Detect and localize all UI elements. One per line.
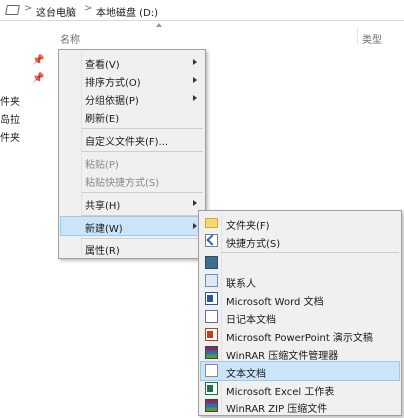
menu-item-properties[interactable]: 属性(R) [61,239,203,257]
menu-separator [81,215,203,216]
submenu-arrow-icon [193,200,197,206]
winrar-zip-icon [205,399,218,412]
new-winrar-zip-item[interactable]: WinRAR ZIP 压缩文件 [201,397,399,415]
folder-icon [205,218,218,228]
breadcrumb-separator: > [24,3,33,14]
menu-item-paste: 粘贴(P) [85,160,119,171]
breadcrumb-local-disk[interactable]: 本地磁盘 (D:) [96,4,158,19]
contact-icon [205,274,218,287]
breadcrumb-separator: > [84,3,93,14]
new-contact-item[interactable]: 联系人 [201,272,399,290]
new-word-doc-item[interactable]: Microsoft Word 文档 [201,290,399,308]
menu-item-sort-by[interactable]: 排序方式(O) [61,71,203,89]
winrar-icon [205,346,218,359]
menu-separator [81,151,203,152]
menu-item-refresh[interactable]: 刷新(E) [61,107,203,125]
menu-item-paste-shortcut: 粘贴快捷方式(S) [85,178,160,189]
context-menu: 查看(V) 排序方式(O) 分组依据(P) 刷新(E) 自定义文件夹(F)...… [58,49,206,259]
new-submenu: 文件夹(F) 快捷方式(S) 联系人 Microsoft Word 文档 日记本… [198,210,402,416]
menu-item-view[interactable]: 查看(V) [61,53,203,71]
quick-access-item[interactable]: 件夹 [0,93,20,108]
new-excel-item[interactable]: Microsoft Excel 工作表 [201,380,399,398]
new-winrar-item[interactable]: WinRAR 压缩文件管理器 [201,344,399,362]
column-header-name[interactable]: 名称 [60,31,80,46]
new-journal-item[interactable]: 日记本文档 [201,308,399,326]
pin-icon[interactable]: 📌 [32,74,44,84]
menu-separator [221,252,399,253]
quick-access-item[interactable]: 件夹 [0,129,20,144]
submenu-arrow-icon [193,77,197,83]
menu-item-share[interactable]: 共享(H) [61,194,203,212]
submenu-arrow-icon [193,95,197,101]
address-bar[interactable]: > 这台电脑 > 本地磁盘 (D:) [0,0,404,21]
powerpoint-icon [205,328,218,341]
text-doc-icon [205,364,218,377]
column-divider[interactable] [357,27,358,45]
menu-item-group-by[interactable]: 分组依据(P) [61,89,203,107]
briefcase-icon [205,256,218,269]
submenu-arrow-icon [193,223,197,229]
menu-item-new[interactable]: 新建(W) [60,216,204,236]
quick-access-item[interactable]: 岛拉 [0,111,20,126]
menu-separator [81,128,203,129]
excel-icon [205,382,218,395]
this-pc-icon [5,5,20,15]
new-briefcase-item[interactable] [201,254,399,272]
submenu-arrow-icon [193,59,197,65]
new-text-doc-item[interactable]: 文本文档 [200,361,400,381]
shortcut-icon [205,234,218,247]
breadcrumb-this-pc[interactable]: 这台电脑 [36,4,76,19]
journal-icon [205,310,218,323]
menu-item-customize-folder[interactable]: 自定义文件夹(F)... [61,130,203,148]
new-shortcut-item[interactable]: 快捷方式(S) [201,232,399,250]
menu-separator [81,192,203,193]
word-doc-icon [205,292,218,305]
sort-ascending-icon [156,23,162,27]
new-folder-item[interactable]: 文件夹(F) [201,214,399,232]
pin-icon[interactable]: 📌 [32,56,44,66]
column-header-type[interactable]: 类型 [362,31,382,46]
new-powerpoint-item[interactable]: Microsoft PowerPoint 演示文稿 [201,326,399,344]
